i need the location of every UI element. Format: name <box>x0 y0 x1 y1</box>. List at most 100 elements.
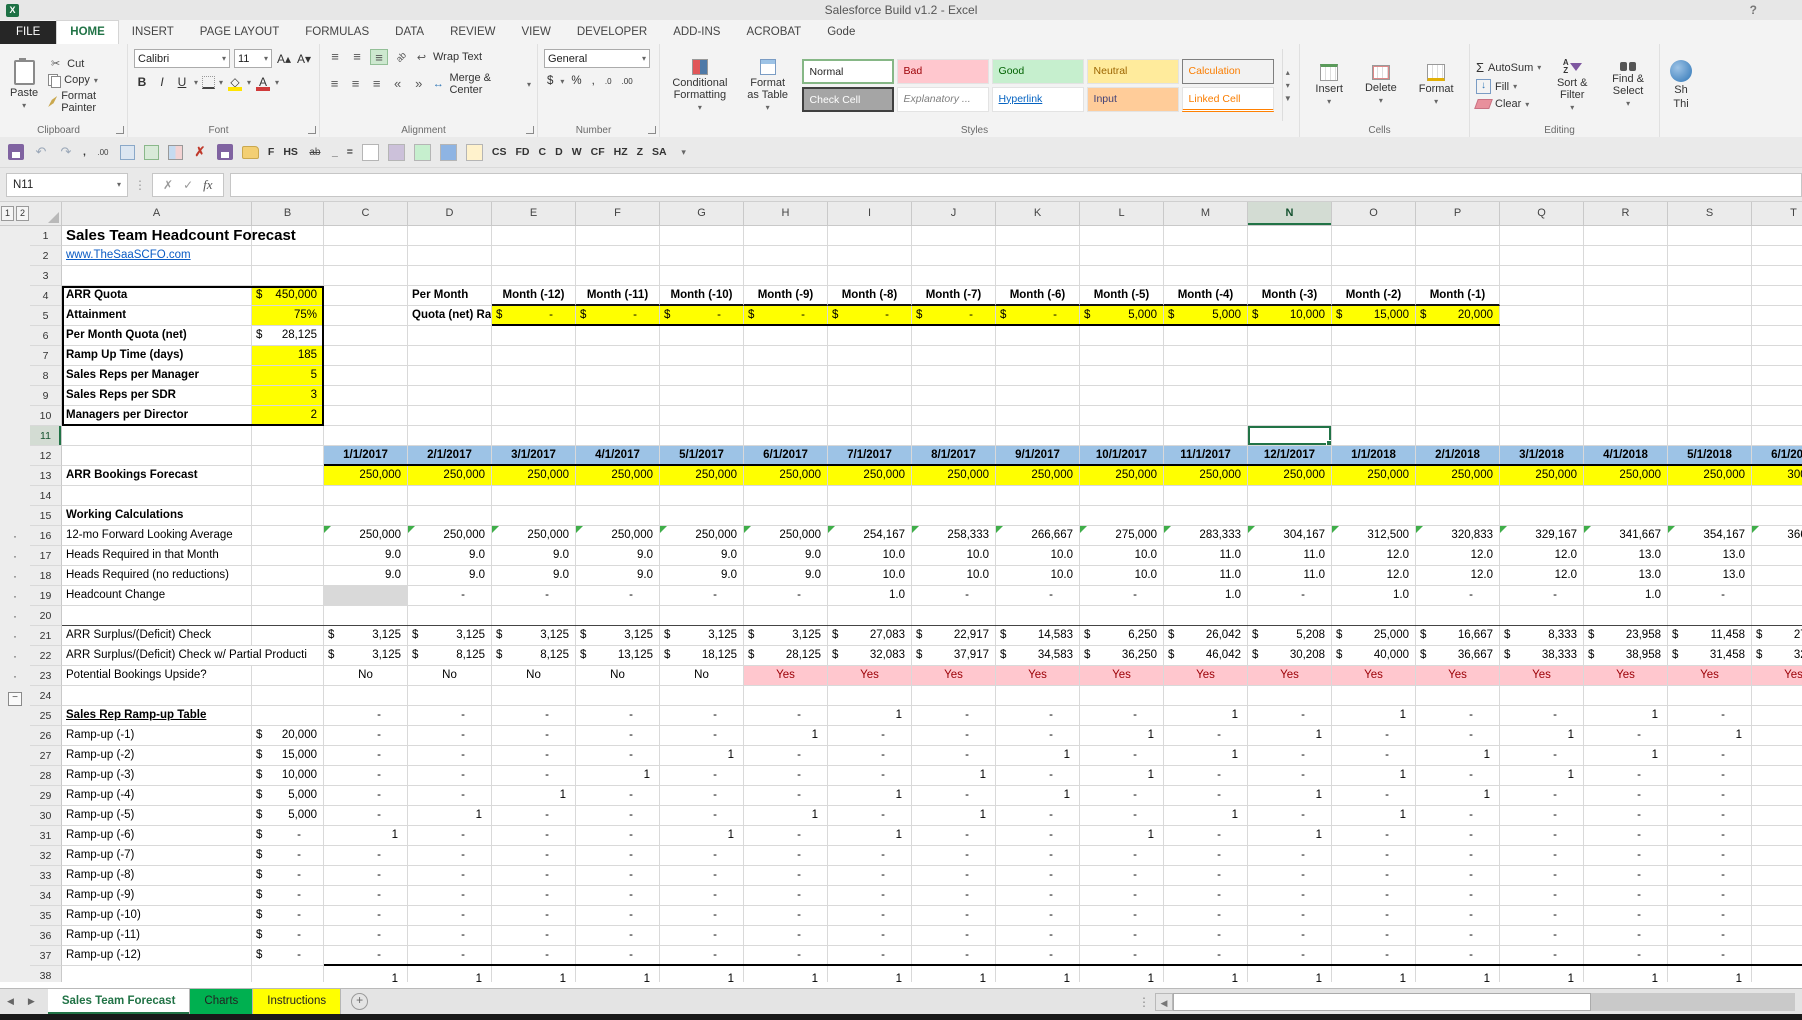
cell[interactable]: Yes <box>744 666 828 686</box>
grid-green-icon[interactable] <box>144 145 159 160</box>
cell[interactable] <box>1080 686 1164 706</box>
cell[interactable]: $32,083 <box>1752 646 1802 666</box>
dialog-launcher-icon[interactable] <box>308 126 316 134</box>
cell[interactable]: Month (-8) <box>828 286 912 306</box>
cell[interactable]: - <box>324 726 408 746</box>
cell[interactable] <box>324 246 408 266</box>
cell[interactable] <box>1584 326 1668 346</box>
increase-font-button[interactable]: A▴ <box>276 52 292 66</box>
cell[interactable] <box>1668 246 1752 266</box>
cell[interactable] <box>62 606 252 626</box>
cell[interactable] <box>576 686 660 706</box>
cell[interactable]: 354,167 <box>1668 526 1752 546</box>
enter-button[interactable]: ✓ <box>183 178 193 192</box>
cell[interactable] <box>408 346 492 366</box>
cell[interactable] <box>996 366 1080 386</box>
cell[interactable]: Ramp-up (-6) <box>62 826 252 846</box>
cell[interactable] <box>252 546 324 566</box>
cell[interactable]: 266,667 <box>996 526 1080 546</box>
cell[interactable]: 320,833 <box>1416 526 1500 546</box>
cell[interactable] <box>1584 306 1668 326</box>
cell[interactable]: $36,667 <box>1416 646 1500 666</box>
cell[interactable]: - <box>1164 886 1248 906</box>
cell[interactable]: - <box>1416 706 1500 726</box>
scrollbar-thumb[interactable] <box>1173 993 1591 1011</box>
dialog-launcher-icon[interactable] <box>526 126 534 134</box>
cell[interactable] <box>996 386 1080 406</box>
cell[interactable] <box>252 666 324 686</box>
qat-color-swatch[interactable] <box>440 144 457 161</box>
cell[interactable]: - <box>1416 866 1500 886</box>
cell[interactable]: Ramp-up (-4) <box>62 786 252 806</box>
cell[interactable] <box>252 426 324 446</box>
cell[interactable]: 14.0 <box>1752 546 1802 566</box>
cell[interactable]: 1 <box>1500 726 1584 746</box>
cell[interactable] <box>744 506 828 526</box>
column-header-J[interactable]: J <box>912 202 996 226</box>
cell[interactable] <box>744 326 828 346</box>
cell[interactable]: 1 <box>1248 826 1332 846</box>
cell[interactable]: - <box>660 866 744 886</box>
cell[interactable]: - <box>828 926 912 946</box>
cell[interactable]: - <box>1668 746 1752 766</box>
cell[interactable]: - <box>1752 886 1802 906</box>
dialog-launcher-icon[interactable] <box>648 126 656 134</box>
row-header-38[interactable]: 38 <box>30 966 62 982</box>
cell[interactable]: 9.0 <box>660 566 744 586</box>
sheet-tab-sales-team-forecast[interactable]: Sales Team Forecast <box>48 989 191 1014</box>
cell[interactable]: No <box>324 666 408 686</box>
cell[interactable]: 1 <box>1080 726 1164 746</box>
cell[interactable]: - <box>408 866 492 886</box>
cell[interactable] <box>324 226 408 246</box>
cell[interactable]: 1 <box>1164 746 1248 766</box>
cell[interactable]: - <box>576 826 660 846</box>
cell[interactable]: 1 <box>1332 766 1416 786</box>
row-header-26[interactable]: 26 <box>30 726 62 746</box>
cell[interactable]: - <box>1584 766 1668 786</box>
cell[interactable]: 1 <box>1332 806 1416 826</box>
ribbon-tab-insert[interactable]: INSERT <box>119 21 187 44</box>
cell[interactable]: - <box>408 746 492 766</box>
cell[interactable]: 1 <box>996 786 1080 806</box>
cell[interactable]: $11,458 <box>1668 626 1752 646</box>
cell[interactable]: 11.0 <box>1248 566 1332 586</box>
cell[interactable]: - <box>324 946 408 966</box>
cell[interactable] <box>252 506 324 526</box>
cell[interactable] <box>408 486 492 506</box>
cell[interactable]: - <box>1416 946 1500 966</box>
cell[interactable]: 9.0 <box>660 546 744 566</box>
cell[interactable]: 4/1/2018 <box>1584 446 1668 466</box>
borders-icon[interactable] <box>202 76 215 89</box>
cell[interactable]: - <box>408 766 492 786</box>
cell[interactable]: 1.0 <box>1332 586 1416 606</box>
cell[interactable]: 1 <box>744 966 828 982</box>
cell[interactable]: - <box>408 586 492 606</box>
number-format-select[interactable]: General▾ <box>544 49 650 68</box>
cell[interactable]: $- <box>492 306 576 326</box>
italic-button[interactable]: I <box>154 75 170 89</box>
cell[interactable]: 5 <box>252 366 324 386</box>
cell[interactable]: - <box>1752 806 1802 826</box>
cell[interactable] <box>1584 346 1668 366</box>
cell[interactable]: Month (-2) <box>1332 286 1416 306</box>
cell-style-normal[interactable]: Normal <box>802 59 894 84</box>
cell[interactable]: No <box>576 666 660 686</box>
cell[interactable]: - <box>912 946 996 966</box>
cell[interactable] <box>1248 686 1332 706</box>
cell[interactable]: - <box>660 906 744 926</box>
cell[interactable]: Ramp-up (-9) <box>62 886 252 906</box>
cell[interactable]: 1 <box>912 766 996 786</box>
cell[interactable]: - <box>660 886 744 906</box>
cell[interactable] <box>828 246 912 266</box>
cell[interactable]: 1 <box>1752 706 1802 726</box>
cell[interactable] <box>408 246 492 266</box>
cell[interactable] <box>576 606 660 626</box>
cell[interactable] <box>912 606 996 626</box>
cell[interactable] <box>1080 246 1164 266</box>
cell[interactable] <box>1164 346 1248 366</box>
cell[interactable]: Month (-4) <box>1164 286 1248 306</box>
cell[interactable]: - <box>1080 586 1164 606</box>
cell[interactable]: 250,000 <box>408 466 492 486</box>
cell[interactable]: $- <box>252 906 324 926</box>
cell[interactable]: 9.0 <box>324 546 408 566</box>
